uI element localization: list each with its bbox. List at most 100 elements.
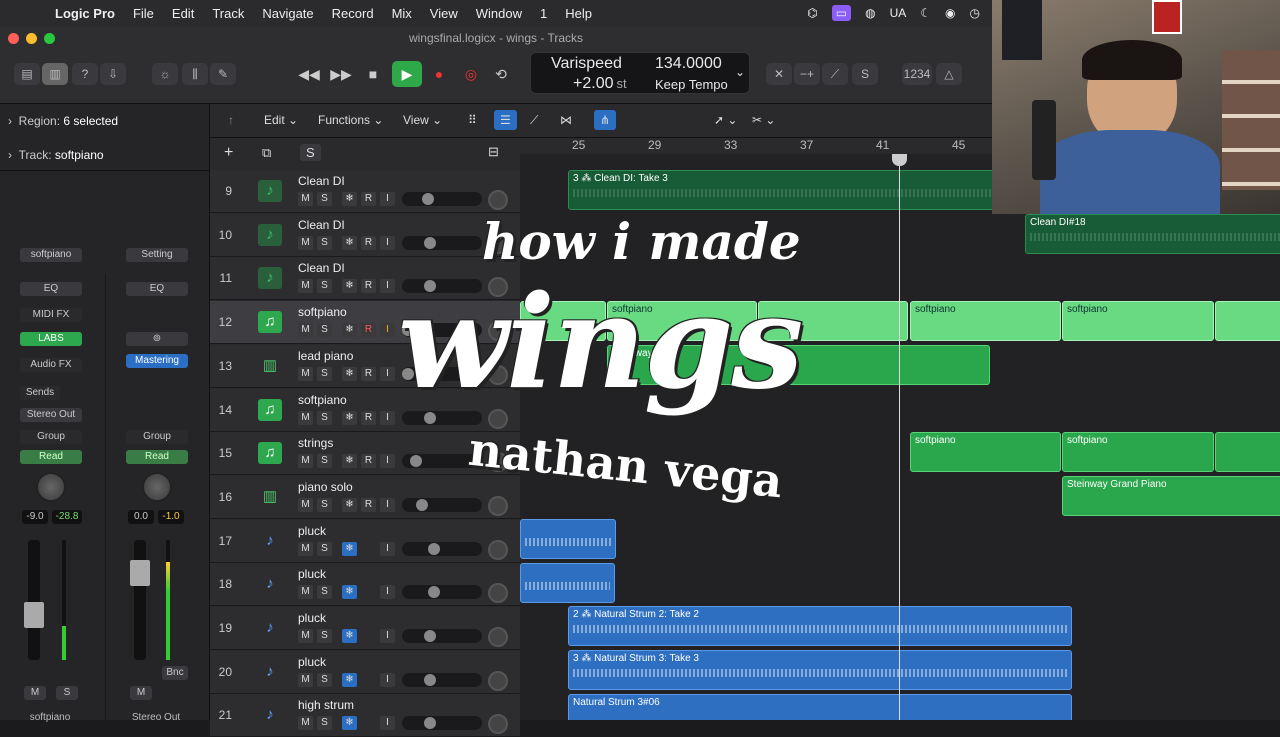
count-in-icon[interactable]: ✕ [766, 63, 792, 85]
track-solo-button[interactable]: S [317, 672, 332, 687]
track-volume-slider[interactable] [402, 716, 482, 731]
freeze-icon[interactable]: ❄ [342, 497, 357, 512]
arrange-area[interactable]: 3 ⁂ Clean DI: Take 3 Clean DI#18 softpia… [520, 154, 1280, 720]
edit-menu[interactable]: Edit ⌄ [264, 110, 298, 130]
track-solo-button[interactable]: S [317, 410, 332, 425]
track-name[interactable]: pluck [298, 655, 326, 669]
editors-icon[interactable]: ✎ [210, 63, 236, 85]
track-name[interactable]: pluck [298, 524, 326, 538]
track-name[interactable]: pluck [298, 611, 326, 625]
automation-mode[interactable]: Read [20, 450, 82, 464]
track-row[interactable]: 13 ▥ lead piano M S ❄ R I [210, 344, 520, 388]
functions-menu[interactable]: Functions ⌄ [318, 110, 383, 130]
record-enable-button[interactable]: R [361, 235, 376, 250]
track-name[interactable]: Clean DI [298, 218, 345, 232]
menu-mix[interactable]: Mix [383, 6, 421, 21]
instrument-slot[interactable]: LABS [20, 332, 82, 346]
automation-mode-2[interactable]: Read [126, 450, 188, 464]
track-volume-slider[interactable] [402, 279, 482, 294]
sends-slot[interactable]: Sends [20, 386, 60, 400]
track-name[interactable]: strings [298, 436, 333, 450]
inspector-icon[interactable]: ▥ [42, 63, 68, 85]
forward-button[interactable]: ▶▶ [326, 61, 356, 87]
track-solo-button[interactable]: S [317, 716, 332, 731]
pan-knob[interactable] [36, 472, 66, 502]
track-row[interactable]: 12 ♫ softpiano M S ❄ R I [210, 301, 520, 345]
link-icon[interactable]: ⊚ [126, 332, 188, 346]
input-monitor-button[interactable]: I [380, 235, 395, 250]
track-solo-button[interactable]: S [317, 541, 332, 556]
strip-setting[interactable]: softpiano [20, 248, 82, 262]
region-steinway[interactable]: Steinway Grand Piano [1062, 476, 1280, 516]
input-monitor-button[interactable]: I [380, 279, 395, 294]
strip-setting-2[interactable]: Setting [126, 248, 188, 262]
freeze-icon[interactable]: ❄ [342, 454, 357, 469]
track-name[interactable]: lead piano [298, 349, 353, 363]
track-mute-button[interactable]: M [298, 410, 313, 425]
freeze-icon[interactable]: ❄ [342, 541, 357, 556]
track-volume-slider[interactable] [402, 192, 482, 206]
track-volume-slider[interactable] [402, 454, 482, 469]
track-mute-button[interactable]: M [298, 366, 313, 381]
freeze-icon[interactable]: ❄ [342, 235, 357, 250]
moon-icon[interactable]: ☾ [920, 6, 931, 20]
menu-edit[interactable]: Edit [163, 6, 203, 21]
tuner-icon[interactable]: ⟋ [822, 63, 848, 85]
region-softpiano[interactable] [1215, 301, 1280, 341]
track-row[interactable]: 19 ♪ pluck M S ❄ I [210, 607, 520, 650]
input-monitor-button[interactable]: I [380, 454, 395, 469]
duplicate-track-icon[interactable]: ⧉ [262, 145, 271, 161]
toolbar-icon[interactable]: ⇩ [100, 63, 126, 85]
replace-record-icon[interactable]: ◎ [456, 61, 486, 87]
track-volume-slider[interactable] [402, 585, 482, 600]
track-solo-button[interactable]: S [317, 454, 332, 469]
menu-window[interactable]: Window [467, 6, 531, 21]
freeze-icon[interactable]: ❄ [342, 279, 357, 294]
track-pan-knob[interactable] [488, 321, 508, 342]
track-row[interactable]: 18 ♪ pluck M S ❄ I [210, 563, 520, 607]
bounce-button[interactable]: Bnc [162, 666, 188, 680]
input-monitor-button[interactable]: I [380, 410, 395, 425]
region-natural-strum-3[interactable]: 3 ⁂ Natural Strum 3: Take 3 [568, 650, 1072, 690]
track-mute-button[interactable]: M [298, 497, 313, 512]
track-solo-button[interactable]: S [317, 323, 332, 338]
region-softpiano[interactable]: softpiano [607, 301, 757, 341]
solo-mode-icon[interactable]: S [852, 63, 878, 85]
track-mute-button[interactable]: M [298, 454, 313, 469]
freeze-icon[interactable]: ❄ [342, 585, 357, 600]
track-volume-slider[interactable] [402, 410, 482, 425]
global-tracks-icon[interactable]: ⊟ [488, 144, 499, 160]
track-mute-button[interactable]: M [298, 192, 313, 206]
track-name[interactable]: Clean DI [298, 174, 345, 188]
track-mute-button[interactable]: M [298, 629, 313, 643]
track-solo-button[interactable]: S [317, 366, 332, 381]
region-natural-strum-3-06[interactable]: Natural Strum 3#06 [568, 694, 1072, 720]
eq-button[interactable]: EQ [20, 282, 82, 296]
track-mute-button[interactable]: M [298, 672, 313, 687]
grid-view-icon[interactable]: ⠿ [468, 110, 477, 130]
up-arrow-icon[interactable]: ↑ [228, 110, 234, 130]
track-row[interactable]: 17 ♪ pluck M S ❄ I [210, 519, 520, 563]
region-softpiano[interactable]: softpiano [910, 301, 1061, 341]
track-pan-knob[interactable] [488, 233, 508, 254]
library-icon[interactable]: ▤ [14, 63, 40, 85]
output-slot[interactable]: Stereo Out [20, 408, 82, 422]
record-enable-button[interactable]: R [361, 192, 376, 206]
pan-knob-2[interactable] [142, 472, 172, 502]
input-monitor-button[interactable]: I [380, 716, 395, 731]
input-language[interactable]: UA [890, 6, 907, 20]
menu-navigate[interactable]: Navigate [253, 6, 322, 21]
track-pan-knob[interactable] [488, 452, 508, 473]
region-lead-piano[interactable]: Steinway Pi [607, 345, 990, 385]
nudge-icon[interactable]: −+ [794, 63, 820, 85]
track-mute-button[interactable]: M [298, 279, 313, 294]
track-name[interactable]: high strum [298, 698, 354, 712]
key-display[interactable]: 1234 [902, 63, 932, 85]
track-row[interactable]: 14 ♫ softpiano M S ❄ R I [210, 388, 520, 432]
freeze-icon[interactable]: ❄ [342, 629, 357, 643]
track-name[interactable]: piano solo [298, 480, 353, 494]
input-monitor-button[interactable]: I [380, 323, 395, 338]
track-volume-slider[interactable] [402, 629, 482, 643]
record-button[interactable]: ● [424, 61, 454, 87]
track-solo-button[interactable]: S [317, 235, 332, 250]
